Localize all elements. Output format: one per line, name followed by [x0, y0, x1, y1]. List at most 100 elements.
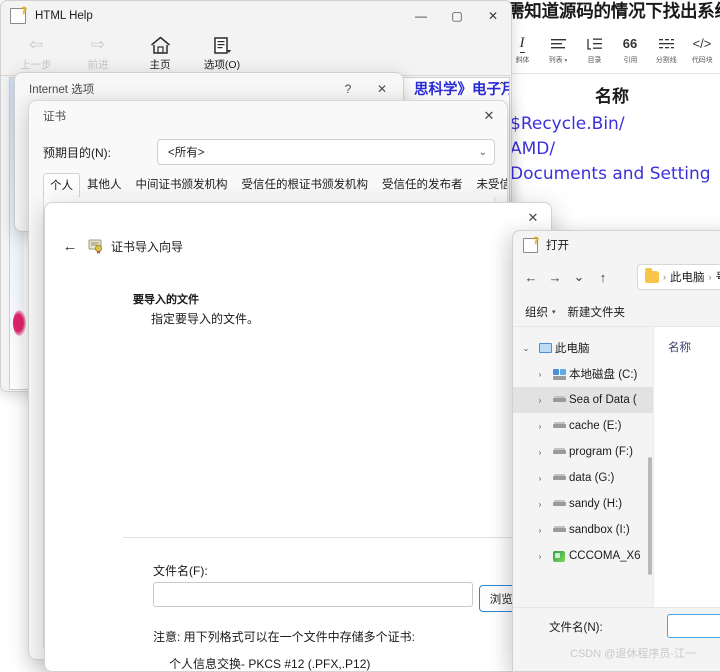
certificates-close-button[interactable]: ✕ [471, 101, 507, 131]
toolbar-toc-button[interactable]: 目录 [576, 33, 612, 65]
breadcrumb-separator: › [663, 272, 666, 282]
maximize-button[interactable]: ▢ [439, 1, 475, 31]
certificate-icon-svg [88, 239, 103, 254]
tree-item-program-f[interactable]: › program (F:) [513, 439, 653, 465]
chevron-down-icon[interactable]: ⌄ [517, 344, 535, 353]
tree-item-data-g[interactable]: › data (G:) [513, 465, 653, 491]
divider-icon [658, 34, 674, 53]
help-home-button[interactable]: 主页 [129, 31, 191, 75]
tree-item-label: 此电脑 [555, 343, 590, 355]
italic-icon: I [519, 34, 525, 53]
toolbar-code-block-button[interactable]: </> 代码块 [684, 33, 720, 65]
nav-up-button[interactable]: ↑ [591, 265, 615, 289]
minimize-button[interactable]: — [403, 1, 439, 31]
breadcrumb-segment-next[interactable]: 号 [716, 269, 720, 285]
open-dialog-body: ⌄ 此电脑 › 本地磁盘 (C:) › Sea of Data ( › cach… [513, 327, 720, 607]
tree-item-label: program (F:) [569, 446, 633, 458]
tree-item-cache-e[interactable]: › cache (E:) [513, 413, 653, 439]
tree-item-label: 本地磁盘 (C:) [569, 369, 638, 381]
tree-item-sea-of-data[interactable]: › Sea of Data ( [513, 387, 653, 413]
certificate-import-wizard: ✕ ← 证书导入向导 要导入的文件 指定要导入的文件。 文件名(F): 浏览(R… [44, 202, 552, 672]
chevron-right-icon[interactable]: › [531, 552, 549, 561]
scroll-up-button[interactable]: ⌃ [495, 78, 509, 94]
new-folder-label: 新建文件夹 [567, 306, 626, 319]
tree-item-cccoma[interactable]: › CCCOMA_X6 [513, 543, 653, 569]
chevron-right-icon[interactable]: › [531, 500, 549, 509]
tab-other-people[interactable]: 其他人 [80, 172, 129, 197]
open-filename-input[interactable] [667, 614, 720, 638]
open-dialog-command-bar: 组织 ▾ 新建文件夹 [513, 297, 720, 327]
toolbar-list-label: 列表 ▾ [549, 54, 567, 64]
disk-icon [549, 447, 569, 454]
nav-back-button[interactable]: ← [519, 265, 543, 289]
breadcrumb-segment-this-pc[interactable]: 此电脑 [670, 269, 705, 285]
toc-icon-svg [586, 38, 602, 50]
open-filename-label: 文件名(N): [549, 622, 603, 634]
tree-scrollbar[interactable] [648, 457, 652, 575]
csdn-watermark: CSDN @退休程序员-江一 [570, 648, 697, 660]
disk-icon [549, 525, 569, 532]
new-folder-button[interactable]: 新建文件夹 [568, 304, 626, 320]
help-document-icon [10, 6, 27, 24]
pc-icon [535, 343, 555, 353]
window-controls: — ▢ ✕ [403, 1, 511, 31]
help-options-button[interactable]: 选项(O) [191, 31, 253, 75]
disk-icon [549, 421, 569, 428]
tab-intermediate-ca[interactable]: 中间证书颁发机构 [129, 172, 235, 197]
intended-purpose-select[interactable]: <所有> ⌄ [157, 139, 495, 165]
file-list-pane[interactable]: 名称 [653, 327, 720, 607]
preview-name-column-header: 名称 [595, 87, 629, 106]
organize-label: 组织 [525, 306, 548, 319]
tab-personal[interactable]: 个人 [43, 173, 80, 198]
navigation-tree: ⌄ 此电脑 › 本地磁盘 (C:) › Sea of Data ( › cach… [513, 327, 653, 607]
home-icon-svg [150, 36, 170, 54]
chevron-right-icon[interactable]: › [531, 474, 549, 483]
chevron-right-icon[interactable]: › [531, 422, 549, 431]
c-disk-icon [549, 368, 569, 380]
disk-icon [549, 473, 569, 480]
decorative-graphic [13, 310, 26, 336]
chevron-right-icon[interactable]: › [531, 448, 549, 457]
help-forward-button[interactable]: ⇨ 前进 [67, 31, 129, 75]
tree-item-label: CCCOMA_X6 [569, 550, 641, 562]
toolbar-quote-button[interactable]: 66 引用 [612, 33, 648, 65]
chevron-right-icon[interactable]: › [531, 396, 549, 405]
chevron-right-icon[interactable]: › [531, 370, 549, 379]
chevron-right-icon[interactable]: › [531, 526, 549, 535]
tab-trusted-root-ca[interactable]: 受信任的根证书颁发机构 [235, 172, 376, 197]
list-icon-svg [550, 38, 566, 48]
toolbar-divider-button[interactable]: 分割线 [648, 33, 684, 65]
html-help-titlebar[interactable]: HTML Help — ▢ ✕ [1, 1, 511, 31]
toolbar-list-button[interactable]: 列表 ▾ [540, 33, 576, 65]
certificate-icon [88, 238, 104, 254]
tree-item-this-pc[interactable]: ⌄ 此电脑 [513, 335, 653, 361]
options-icon [212, 34, 233, 56]
home-icon [150, 34, 171, 56]
column-header-name[interactable]: 名称 [668, 339, 691, 355]
tree-item-sandy-h[interactable]: › sandy (H:) [513, 491, 653, 517]
tree-item-sandbox-i[interactable]: › sandbox (I:) [513, 517, 653, 543]
open-dialog-titlebar[interactable]: 打开 [513, 231, 720, 259]
tab-untrusted-publishers[interactable]: 未受信任的发布者 [470, 172, 508, 197]
tab-trusted-publishers[interactable]: 受信任的发布者 [375, 172, 470, 197]
wizard-format-note: 注意: 用下列格式可以在一个文件中存储多个证书: [153, 630, 416, 644]
wizard-file-name-input[interactable] [153, 582, 473, 607]
tree-item-label: sandbox (I:) [569, 524, 630, 536]
nav-forward-button[interactable]: → [543, 265, 567, 289]
wizard-section-subtitle: 指定要导入的文件。 [151, 312, 260, 326]
green-drive-icon [549, 550, 569, 562]
help-back-button[interactable]: ⇦ 上一步 [5, 31, 67, 75]
breadcrumb-separator: › [708, 272, 712, 282]
chevron-down-icon: ▾ [564, 58, 568, 64]
address-bar[interactable]: › 此电脑 › 号 [637, 264, 720, 290]
certificates-titlebar[interactable]: 证书 ✕ [29, 101, 507, 131]
tree-item-local-disk-c[interactable]: › 本地磁盘 (C:) [513, 361, 653, 387]
open-dialog-footer: 文件名(N): [513, 607, 720, 671]
organize-button[interactable]: 组织 ▾ [525, 304, 556, 320]
wizard-back-button[interactable]: ← [56, 232, 84, 260]
tree-item-label: Sea of Data ( [569, 394, 637, 406]
intended-purpose-value: <所有> [168, 147, 205, 159]
html-help-icon [10, 6, 27, 24]
close-button[interactable]: ✕ [475, 1, 511, 31]
nav-recent-button[interactable]: ⌄ [567, 265, 591, 289]
